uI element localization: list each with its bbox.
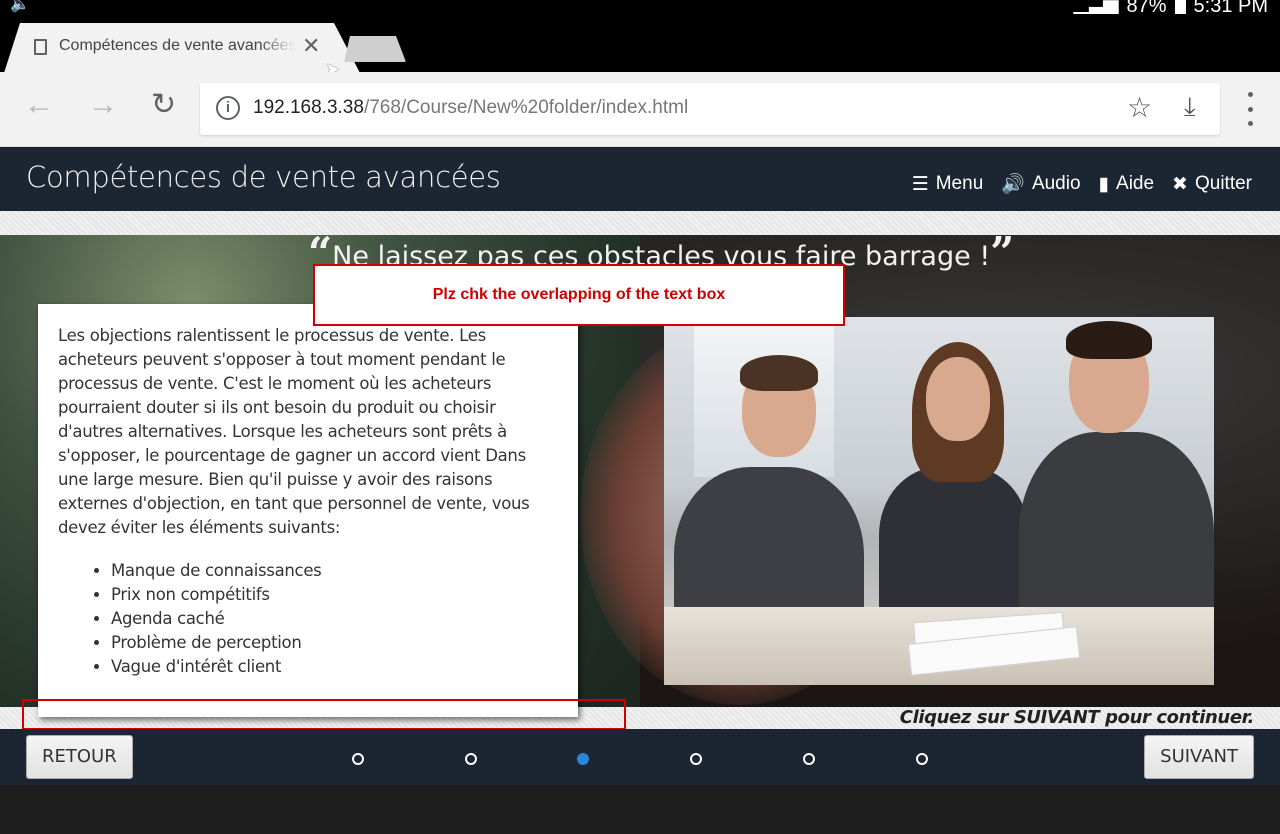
course-title: Compétences de vente avancées [26, 160, 501, 194]
tab-strip: Compétences de vente avancées ✕ ➤ [0, 14, 1280, 79]
course-header: Compétences de vente avancées ☰ Menu 🔊 A… [0, 148, 1280, 211]
battery-icon [1174, 0, 1186, 15]
forward-arrow-icon[interactable]: → [88, 90, 118, 120]
texture-strip [0, 211, 1280, 235]
status-bar: 🔈 ▂▄▆ 87% 5:31 PM [0, 0, 1280, 18]
list-item: Vague d'intérêt client [111, 655, 558, 679]
book-icon: ▮ [1098, 173, 1110, 195]
review-annotation-box [22, 699, 626, 730]
page-dot-4[interactable] [690, 753, 702, 765]
browser-tab[interactable]: Compétences de vente avancées ✕ [4, 23, 360, 73]
review-annotation-note: Plz chk the overlapping of the text box [313, 264, 845, 326]
help-button[interactable]: ▮ Aide [1099, 172, 1155, 196]
speaker-icon: 🔊 [1001, 174, 1025, 195]
page-dot-3-current[interactable] [577, 753, 589, 765]
download-icon[interactable]: ⤓ [1184, 91, 1196, 123]
list-item: Agenda caché [111, 607, 558, 631]
body-paragraph: Les objections ralentissent le processus… [58, 326, 530, 537]
course-footer: RETOUR SUIVANT [0, 729, 1280, 785]
browser-toolbar: ← → ↻ i 192.168.3.38/768/Course/New%20fo… [0, 72, 1280, 147]
next-button[interactable]: SUIVANT [1144, 735, 1254, 779]
new-tab-button[interactable] [344, 36, 406, 62]
continue-instruction: Cliquez sur SUIVANT pour continuer. [899, 707, 1255, 728]
volume-icon: 🔈 [10, 0, 30, 13]
list-icon: ☰ [911, 173, 929, 195]
bottom-bar [0, 785, 1280, 834]
audio-button[interactable]: 🔊 Audio [1001, 172, 1080, 196]
url-text[interactable]: 192.168.3.38/768/Course/New%20folder/ind… [253, 97, 688, 119]
close-quote-icon: ” [990, 235, 1015, 277]
list-item: Problème de perception [111, 631, 558, 655]
page-dot-5[interactable] [803, 753, 815, 765]
course-nav: ☰ Menu 🔊 Audio ▮ Aide ✖ Quitter [912, 172, 1252, 196]
more-menu-icon[interactable] [1240, 92, 1260, 126]
bookmark-star-icon[interactable]: ☆ [1127, 91, 1152, 124]
page-dot-2[interactable] [465, 753, 477, 765]
page-dot-6[interactable] [916, 753, 928, 765]
page-dot-1[interactable] [352, 753, 364, 765]
quit-button[interactable]: ✖ Quitter [1172, 172, 1252, 196]
document-icon [34, 39, 47, 55]
objection-list: Manque de connaissances Prix non compéti… [111, 559, 558, 679]
list-item: Manque de connaissances [111, 559, 558, 583]
address-bar[interactable]: i 192.168.3.38/768/Course/New%20folder/i… [200, 83, 1220, 135]
page-indicator [352, 753, 932, 765]
info-icon[interactable]: i [216, 96, 240, 120]
tab-title: Compétences de vente avancées [59, 37, 295, 54]
list-item: Prix non compétitifs [111, 583, 558, 607]
menu-button[interactable]: ☰ Menu [912, 172, 984, 196]
close-icon: ✖ [1172, 173, 1188, 195]
close-tab-icon[interactable]: ✕ [302, 33, 320, 59]
meeting-photo [664, 317, 1214, 685]
back-button[interactable]: RETOUR [26, 735, 133, 779]
content-text-box: Les objections ralentissent le processus… [38, 304, 578, 717]
reload-icon[interactable]: ↻ [151, 90, 176, 120]
back-arrow-icon[interactable]: ← [24, 90, 54, 120]
